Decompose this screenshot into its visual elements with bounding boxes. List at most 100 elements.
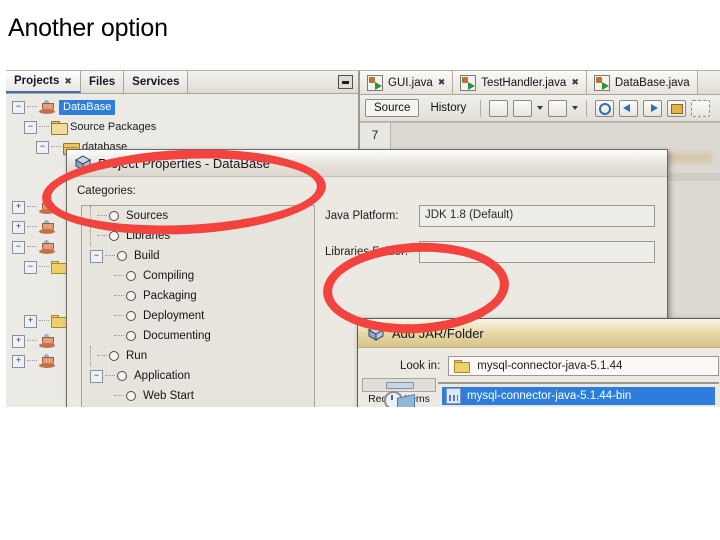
editor-tab-label: TestHandler.java — [481, 76, 567, 89]
shift-line-icon[interactable] — [691, 99, 711, 117]
java-platform-select[interactable]: JDK 1.8 (Default) — [419, 205, 655, 227]
look-in-combo[interactable]: mysql-connector-java-5.1.44 — [448, 356, 719, 376]
radio-icon[interactable] — [126, 271, 136, 281]
radio-icon[interactable] — [109, 231, 119, 241]
expand-toggle-icon[interactable]: + — [12, 220, 25, 234]
category-sources[interactable]: Sources — [82, 206, 314, 226]
java-platform-label: Java Platform: — [325, 210, 399, 222]
radio-icon[interactable] — [126, 331, 136, 341]
editor-tab-bar: GUI.java ✖ TestHandler.java ✖ DataBase.j… — [360, 71, 720, 95]
java-project-icon — [39, 333, 55, 349]
project-properties-body: Categories: Sources Libraries − Build Co… — [67, 177, 667, 407]
chevron-down-icon[interactable] — [537, 106, 544, 110]
next-bookmark-icon[interactable] — [643, 99, 663, 117]
tree-line — [114, 295, 124, 297]
collapse-toggle-icon[interactable]: − — [12, 240, 25, 254]
add-jar-folder-body: Look in: mysql-connector-java-5.1.44 Rec… — [358, 348, 720, 407]
tree-line — [97, 355, 107, 357]
editor-tab-gui-java[interactable]: GUI.java ✖ — [360, 71, 454, 94]
category-documenting[interactable]: Documenting — [82, 326, 314, 346]
tab-services[interactable]: Services — [124, 71, 189, 93]
collapse-toggle-icon[interactable]: − — [36, 140, 49, 154]
radio-icon[interactable] — [117, 251, 127, 261]
editor-tab-label: GUI.java — [388, 76, 433, 89]
categories-tree[interactable]: Sources Libraries − Build Compiling Pack… — [81, 205, 315, 407]
tab-files[interactable]: Files — [80, 71, 125, 93]
java-project-icon — [39, 239, 55, 255]
places-sidebar[interactable]: Recent Items — [362, 378, 436, 407]
radio-icon[interactable] — [126, 291, 136, 301]
last-edit-icon[interactable] — [489, 99, 509, 117]
java-platform-row: Java Platform: JDK 1.8 (Default) — [325, 205, 655, 227]
category-label: Libraries — [126, 230, 171, 242]
collapse-toggle-icon[interactable]: − — [24, 120, 37, 134]
tree-line — [114, 275, 124, 277]
add-jar-folder-title: Add JAR/Folder — [358, 319, 720, 348]
collapse-toggle-icon[interactable]: − — [12, 100, 25, 114]
tree-line — [114, 315, 124, 317]
file-list[interactable]: mysql-connector-java-5.1.44-bin — [438, 382, 719, 405]
tab-services-label: Services — [132, 76, 180, 88]
radio-icon[interactable] — [117, 371, 127, 381]
radio-icon[interactable] — [109, 351, 119, 361]
category-application[interactable]: − Application — [82, 366, 314, 386]
java-project-icon — [39, 99, 55, 115]
add-jar-folder-dialog[interactable]: Add JAR/Folder Look in: mysql-connector-… — [357, 318, 720, 407]
libraries-folder-input[interactable] — [419, 241, 655, 263]
tree-line — [27, 106, 37, 108]
close-icon[interactable]: ✖ — [438, 77, 446, 88]
collapse-toggle-icon[interactable]: − — [24, 260, 37, 274]
editor-tab-testhandler-java[interactable]: TestHandler.java ✖ — [453, 71, 587, 94]
tree-label-source-packages: Source Packages — [70, 121, 157, 133]
tree-line — [114, 395, 124, 397]
close-icon[interactable]: ✖ — [571, 77, 579, 88]
look-in-row: Look in: mysql-connector-java-5.1.44 — [400, 356, 719, 376]
tree-line — [39, 266, 49, 268]
java-file-icon — [593, 74, 610, 91]
expand-toggle-icon[interactable]: + — [12, 200, 25, 214]
java-file-icon — [460, 74, 477, 91]
radio-icon[interactable] — [126, 391, 136, 401]
category-libraries[interactable]: Libraries — [82, 226, 314, 246]
category-label: Documenting — [143, 330, 211, 342]
radio-icon[interactable] — [126, 311, 136, 321]
category-deployment[interactable]: Deployment — [82, 306, 314, 326]
back-dropdown-icon[interactable] — [513, 99, 533, 117]
expand-toggle-icon[interactable]: + — [12, 334, 25, 348]
minimize-window-icon[interactable] — [338, 75, 353, 89]
list-item[interactable]: mysql-connector-java-5.1.44-bin — [442, 387, 715, 405]
editor-tab-database-java[interactable]: DataBase.java — [586, 71, 698, 94]
chevron-down-icon[interactable] — [572, 106, 579, 110]
history-button[interactable]: History — [424, 100, 472, 116]
previous-bookmark-icon[interactable] — [619, 99, 639, 117]
category-label: Web Start — [143, 390, 194, 402]
collapse-toggle-icon[interactable]: − — [90, 369, 103, 383]
tab-files-label: Files — [88, 76, 116, 88]
tree-node-database-project[interactable]: − DataBase — [6, 97, 358, 117]
expand-toggle-icon[interactable]: + — [24, 314, 37, 328]
toggle-rectangular-selection-icon[interactable] — [667, 99, 687, 117]
jar-file-icon — [446, 388, 461, 404]
ide-screenshot: Projects ✖ Files Services − DataBase − S… — [6, 70, 720, 407]
category-build[interactable]: − Build — [82, 246, 314, 266]
collapse-toggle-icon[interactable]: − — [90, 249, 103, 263]
tree-node-source-packages[interactable]: − Source Packages — [6, 117, 358, 137]
tree-label-database: DataBase — [59, 99, 116, 115]
expand-toggle-icon[interactable]: + — [12, 354, 25, 368]
category-packaging[interactable]: Packaging — [82, 286, 314, 306]
java-project-icon — [39, 219, 55, 235]
tree-line — [27, 246, 37, 248]
tree-line — [114, 335, 124, 337]
tree-line — [27, 206, 37, 208]
source-button[interactable]: Source — [365, 99, 420, 117]
tab-projects[interactable]: Projects ✖ — [6, 71, 81, 93]
categories-label: Categories: — [77, 185, 136, 197]
radio-icon[interactable] — [109, 211, 119, 221]
file-name: mysql-connector-java-5.1.44-bin — [467, 390, 632, 402]
find-selection-icon[interactable] — [595, 99, 615, 117]
category-run[interactable]: Run — [82, 346, 314, 366]
forward-dropdown-icon[interactable] — [548, 99, 568, 117]
close-icon[interactable]: ✖ — [64, 76, 72, 87]
category-compiling[interactable]: Compiling — [82, 266, 314, 286]
category-web-start[interactable]: Web Start — [82, 386, 314, 406]
